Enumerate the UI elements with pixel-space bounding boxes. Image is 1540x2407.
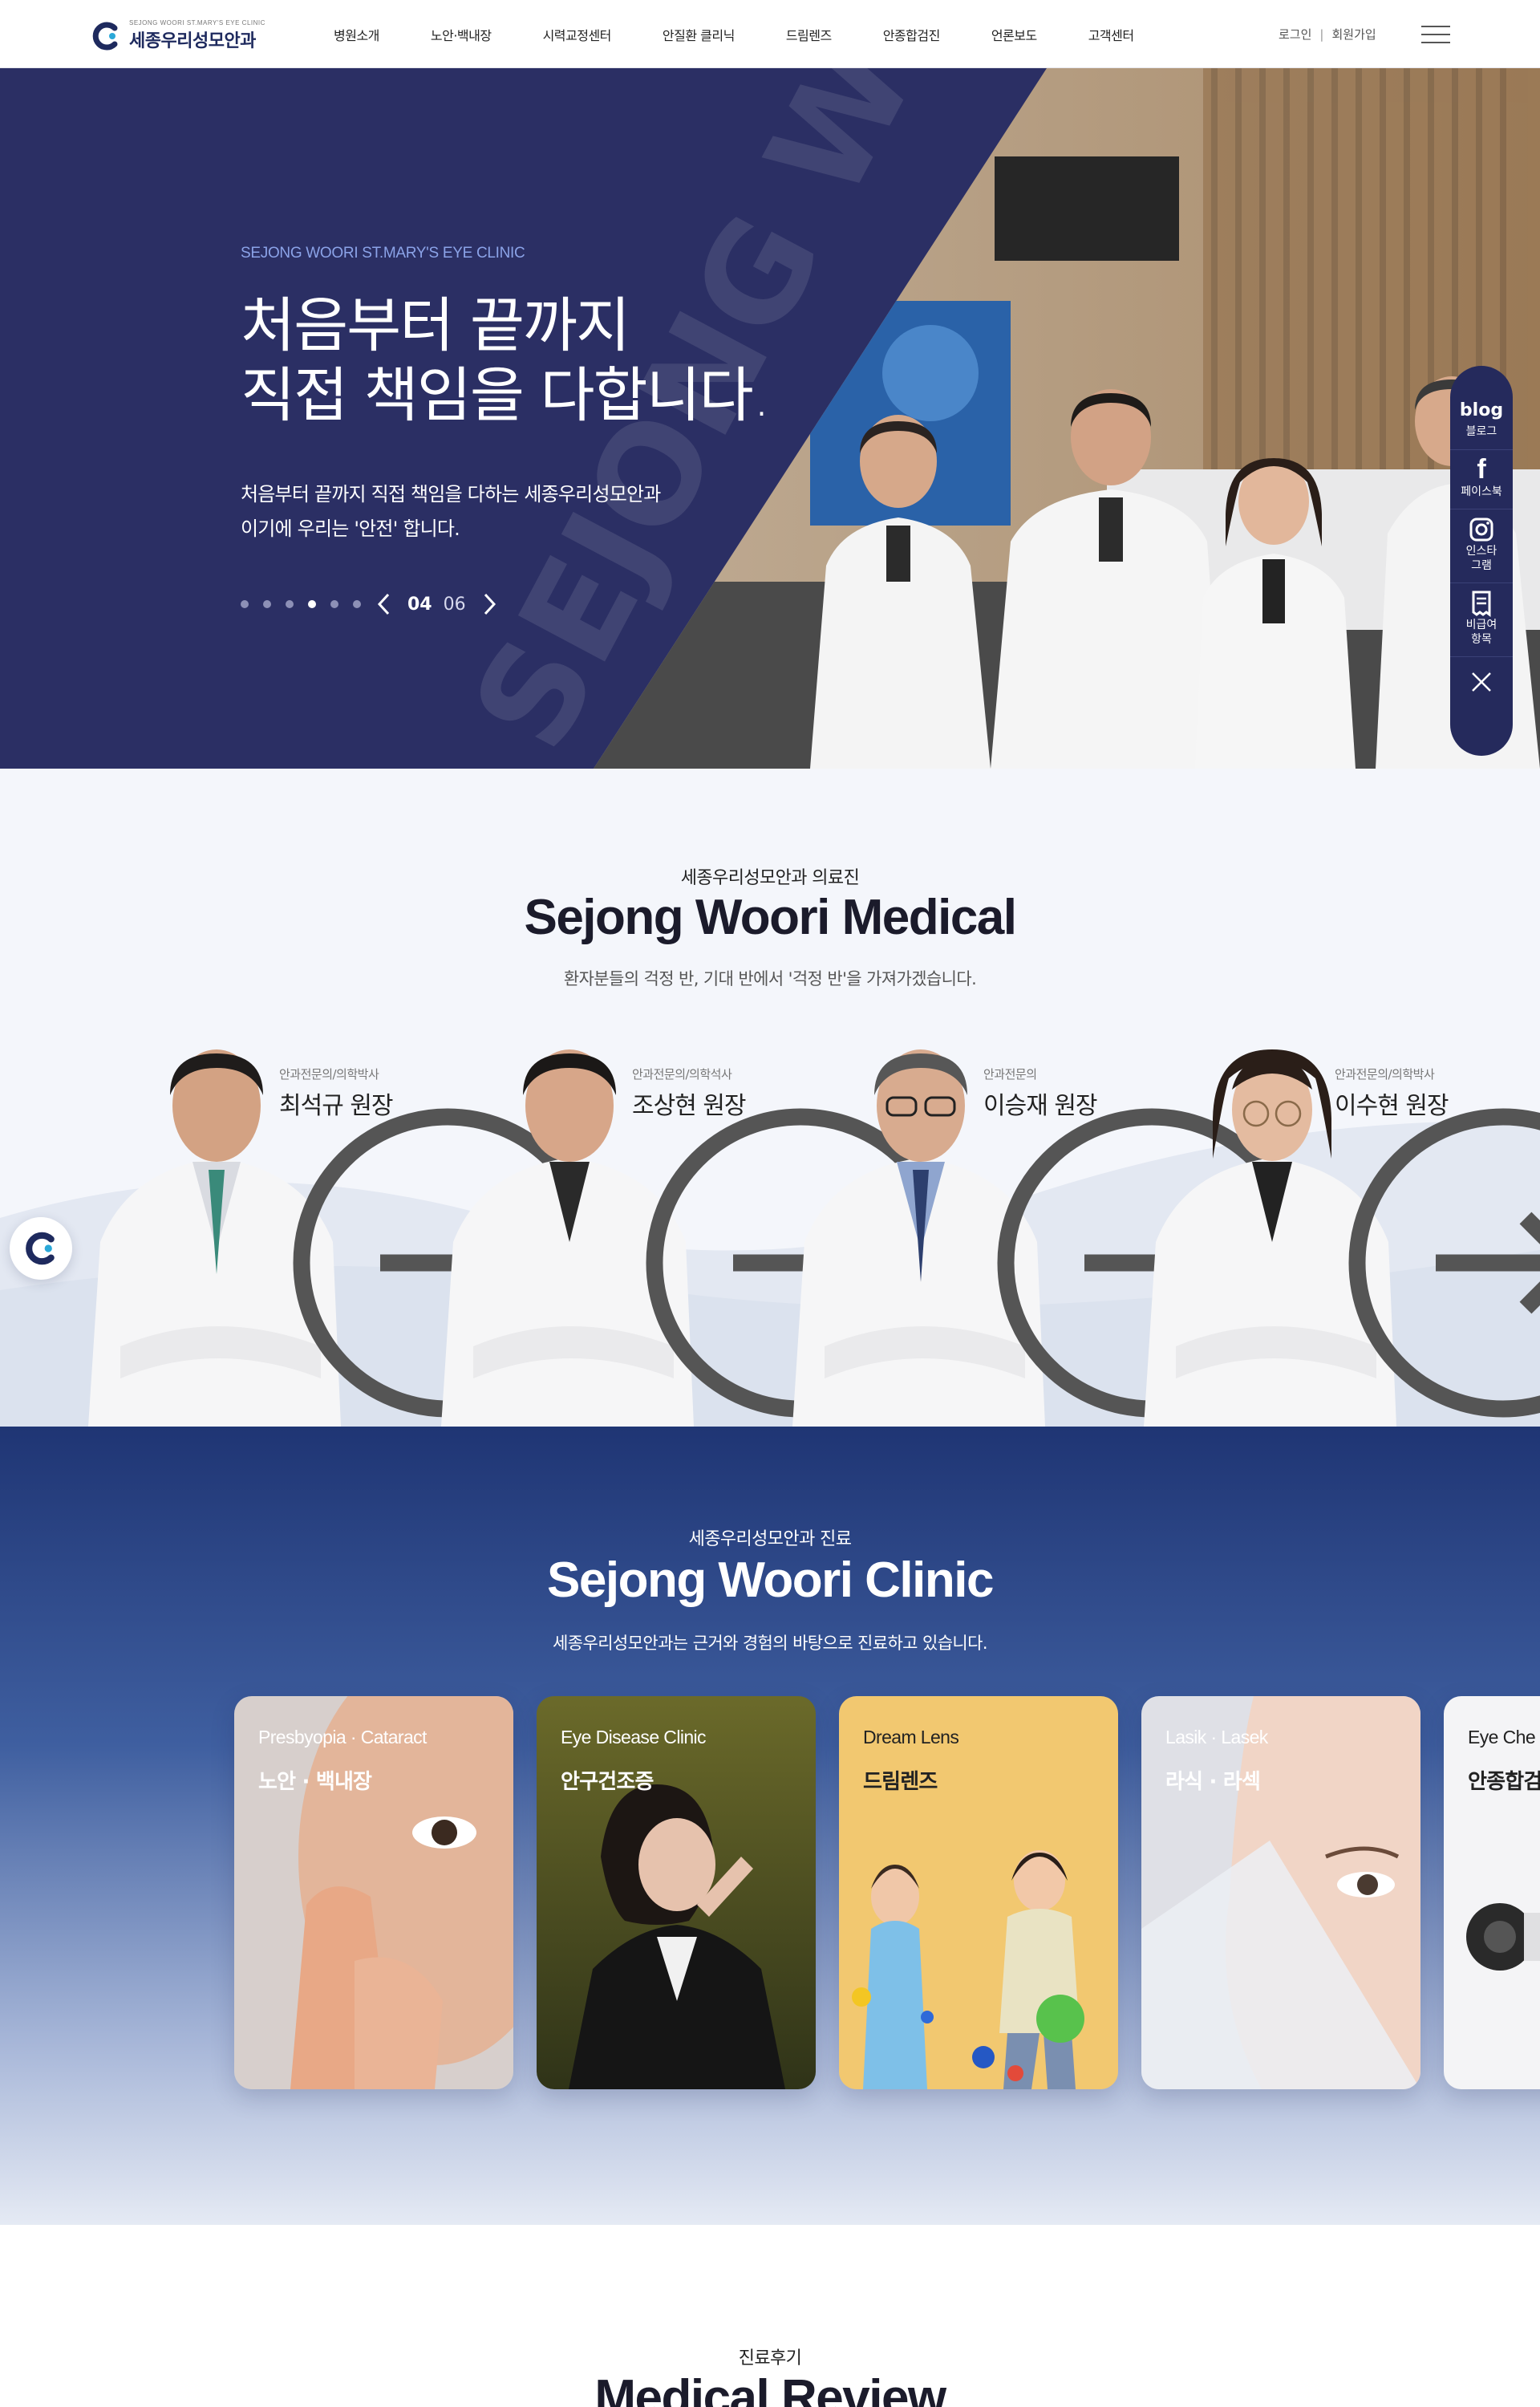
nav-item-dream-lens[interactable]: 드림렌즈 [760,25,857,44]
staff-kicker: 세종우리성모안과 의료진 [680,868,860,888]
review-kicker: 진료후기 [738,2348,802,2368]
card-title-ko: 안구건조증 [561,1770,654,1794]
nav-item-about[interactable]: 병원소개 [308,25,405,44]
clinic-card-eye-checkup[interactable]: Eye Che 안종합검 [1444,1696,1540,2089]
slider-dot-active[interactable] [308,600,316,608]
card-title-en: Dream Lens [863,1727,959,1747]
card-title-en: Eye Disease Clinic [561,1727,707,1747]
card-title-ko: 안종합검 [1468,1770,1540,1794]
hero-title: 처음부터 끝까지 직접 책임을 다합니다. [241,291,771,430]
staff-title: Sejong Woori Medical [524,890,1017,945]
main-navigation: 병원소개 노안·백내장 시력교정센터 안질환 클리닉 드림렌즈 안종합검진 언론… [308,0,1160,68]
quick-item-noncovered[interactable]: 비급여 항목 [1450,583,1513,657]
floating-logo-button[interactable] [10,1217,72,1280]
hero-kicker: SEJONG WOORI ST.MARY'S EYE CLINIC [241,245,525,262]
staff-description: 환자분들의 걱정 반, 기대 반에서 '걱정 반'을 가져가겠습니다. [563,969,977,988]
doctor-card[interactable]: 안과전문의 이승재 원장 [792,1041,1307,1427]
presbyopia-image [234,1696,513,2089]
review-title: Medical Review [594,2370,946,2407]
slider-current: 04 [407,594,432,615]
clinic-card-lasik[interactable]: Lasik · Lasek 라식 · 라섹 [1141,1696,1420,2089]
quick-item-facebook[interactable]: f 페이스북 [1450,450,1513,509]
facebook-icon: f [1477,454,1486,485]
quick-label-instagram: 인스타 그램 [1465,545,1497,572]
hero-title-line1: 처음부터 끝까지 [241,291,630,360]
hero-title-line2: 직접 책임을 다합니다. [241,360,771,430]
clinic-card-eye-disease[interactable]: Eye Disease Clinic 안구건조증 [537,1696,816,2089]
quick-label-noncovered: 비급여 항목 [1465,619,1497,646]
receipt-icon [1472,591,1491,617]
quick-item-blog[interactable]: blog 블로그 [1450,390,1513,450]
doctor-card[interactable]: 안과전문의/의학박사 최석규 원장 [88,1041,602,1427]
nav-item-eye-checkup[interactable]: 안종합검진 [857,25,966,44]
dream-lens-image [839,1696,1118,2089]
slider-dot[interactable] [353,600,361,608]
nav-item-presbyopia-cataract[interactable]: 노안·백내장 [405,25,517,44]
clinic-title: Sejong Woori Clinic [547,1553,994,1608]
quick-label-blog: 블로그 [1465,425,1497,438]
instagram-icon [1469,518,1493,542]
doctor-card[interactable]: 안과전문의/의학박사 이수현 원장 [1144,1041,1540,1427]
slider-dot[interactable] [241,600,249,608]
util-separator: | [1319,26,1324,42]
medical-staff-section: 세종우리성모안과 의료진 Sejong Woori Medical 환자분들의 … [0,769,1540,1427]
hero-slider: SEJONG WOORI SEJONG WOORI ST.MARY'S EYE … [0,68,1540,769]
util-menu: 로그인 | 회원가입 [1279,26,1376,43]
blog-icon: blog [1459,400,1504,420]
site-header: SEJONG WOORI ST.MARY'S EYE CLINIC 세종우리성모… [0,0,1540,68]
quick-item-instagram[interactable]: 인스타 그램 [1450,509,1513,583]
eye-disease-image [537,1696,816,2089]
logo-subtitle: SEJONG WOORI ST.MARY'S EYE CLINIC [129,19,265,26]
eye-checkup-image [1444,1696,1540,2089]
logo-mark-icon [26,1232,55,1265]
nav-item-eye-disease[interactable]: 안질환 클리닉 [637,25,760,44]
prev-arrow-icon[interactable] [375,592,393,616]
slider-dot[interactable] [263,600,271,608]
card-title-ko: 노안 · 백내장 [258,1770,372,1794]
clinic-card-presbyopia[interactable]: Presbyopia · Cataract 노안 · 백내장 [234,1696,513,2089]
doctor-info: 안과전문의/의학박사 이수현 원장 [1335,1065,1540,1418]
doctor-info: 안과전문의/의학석사 조상현 원장 [632,1065,955,1418]
clinic-section: 세종우리성모안과 진료 Sejong Woori Clinic 세종우리성모안과… [0,1427,1540,2225]
card-title-en: Presbyopia · Cataract [258,1727,427,1747]
join-link[interactable]: 회원가입 [1331,26,1376,43]
nav-item-press[interactable]: 언론보도 [966,25,1063,44]
hamburger-icon[interactable] [1421,26,1450,43]
card-title-ko: 드림렌즈 [863,1770,938,1794]
hero-desc-line2: 이기에 우리는 '안전' 합니다. [241,518,460,541]
card-title-en: Lasik · Lasek [1165,1727,1268,1747]
slider-total: 06 [443,594,466,615]
quick-menu: blog 블로그 f 페이스북 인스타 그램 비급여 항목 [1450,366,1513,756]
clinic-description: 세종우리성모안과는 근거와 경험의 바탕으로 진료하고 있습니다. [553,1634,987,1653]
logo-mark-icon [92,22,118,50]
slider-dot[interactable] [286,600,294,608]
hero-desc-line1: 처음부터 끝까지 직접 책임을 다하는 세종우리성모안과 [241,483,661,505]
clinic-card-dream-lens[interactable]: Dream Lens 드림렌즈 [839,1696,1118,2089]
arrow-right-circle-icon[interactable] [1335,1070,1540,1427]
login-link[interactable]: 로그인 [1279,26,1311,43]
hero-photo [594,68,1540,769]
hero-doctors-image [594,68,1540,769]
nav-item-vision-correction[interactable]: 시력교정센터 [517,25,637,44]
nav-item-customer-center[interactable]: 고객센터 [1063,25,1160,44]
doctor-info: 안과전문의/의학박사 최석규 원장 [279,1065,602,1418]
site-logo[interactable]: SEJONG WOORI ST.MARY'S EYE CLINIC 세종우리성모… [91,19,265,52]
slider-dot[interactable] [330,600,338,608]
card-title-ko: 라식 · 라섹 [1165,1770,1261,1794]
close-icon[interactable] [1469,670,1493,694]
slider-controls: 04 06 [241,592,498,616]
card-title-en: Eye Che [1468,1727,1536,1747]
doctor-card[interactable]: 안과전문의/의학석사 조상현 원장 [441,1041,955,1427]
clinic-kicker: 세종우리성모안과 진료 [688,1529,852,1549]
review-section: 진료후기 Medical Review [0,2225,1540,2407]
hero-description: 처음부터 끝까지 직접 책임을 다하는 세종우리성모안과 이기에 우리는 '안전… [241,477,661,546]
quick-label-facebook: 페이스북 [1461,485,1502,498]
logo-title: 세종우리성모안과 [129,31,256,51]
next-arrow-icon[interactable] [480,592,498,616]
doctor-info: 안과전문의 이승재 원장 [983,1065,1307,1418]
lasik-image [1141,1696,1420,2089]
